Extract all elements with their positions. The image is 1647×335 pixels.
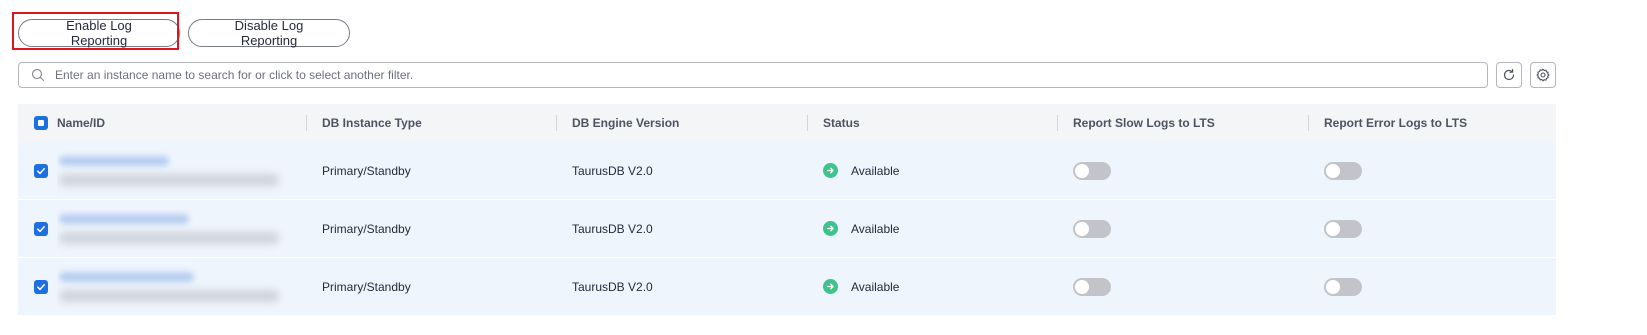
cell-slow-logs xyxy=(1057,200,1308,257)
column-label-error-logs: Report Error Logs to LTS xyxy=(1324,116,1468,130)
enable-log-reporting-button[interactable]: Enable Log Reporting xyxy=(18,18,180,48)
cell-name xyxy=(18,258,306,315)
error-logs-toggle[interactable] xyxy=(1324,277,1362,296)
slow-logs-toggle[interactable] xyxy=(1073,161,1111,180)
column-label-type: DB Instance Type xyxy=(322,116,422,130)
column-label-status: Status xyxy=(823,116,860,130)
instance-name-blurred[interactable] xyxy=(57,145,285,196)
cell-version: TaurusDB V2.0 xyxy=(572,279,653,294)
cell-error-logs xyxy=(1308,142,1556,199)
arrow-right-circle-icon xyxy=(823,221,838,236)
search-input[interactable] xyxy=(53,67,1487,83)
status-text: Available xyxy=(851,279,900,294)
column-header-name: Name/ID xyxy=(18,104,306,142)
row-checkbox[interactable] xyxy=(34,221,48,236)
cell-name xyxy=(18,200,306,257)
settings-button[interactable] xyxy=(1530,62,1556,88)
slow-logs-toggle[interactable] xyxy=(1073,219,1111,238)
toolbar: Enable Log Reporting Disable Log Reporti… xyxy=(18,18,350,49)
column-label-name: Name/ID xyxy=(57,116,106,130)
cell-status: Available xyxy=(807,258,1057,315)
search-bar[interactable] xyxy=(18,62,1488,88)
gear-icon xyxy=(1536,68,1550,82)
instance-table: Name/ID DB Instance Type DB Engine Versi… xyxy=(18,104,1556,316)
row-checkbox[interactable] xyxy=(34,279,48,294)
arrow-right-circle-icon xyxy=(823,279,838,294)
table-header: Name/ID DB Instance Type DB Engine Versi… xyxy=(18,104,1556,142)
instance-name-blurred[interactable] xyxy=(57,261,285,312)
cell-slow-logs xyxy=(1057,142,1308,199)
column-header-type: DB Instance Type xyxy=(306,104,556,142)
cell-version: TaurusDB V2.0 xyxy=(572,221,653,236)
cell-type: Primary/Standby xyxy=(322,279,411,294)
status-text: Available xyxy=(851,163,900,178)
cell-status: Available xyxy=(807,142,1057,199)
disable-log-reporting-button[interactable]: Disable Log Reporting xyxy=(188,18,350,48)
column-header-status: Status xyxy=(807,104,1057,142)
cell-version: TaurusDB V2.0 xyxy=(572,163,653,178)
slow-logs-toggle[interactable] xyxy=(1073,277,1111,296)
search-icon xyxy=(31,68,45,82)
cell-error-logs xyxy=(1308,200,1556,257)
status-text: Available xyxy=(851,221,900,236)
column-header-version: DB Engine Version xyxy=(556,104,807,142)
select-all-checkbox[interactable] xyxy=(34,116,48,130)
table-row[interactable]: Primary/Standby TaurusDB V2.0 Available xyxy=(18,142,1556,200)
column-label-slow-logs: Report Slow Logs to LTS xyxy=(1073,116,1215,130)
row-checkbox[interactable] xyxy=(34,163,48,178)
refresh-icon xyxy=(1502,68,1516,82)
cell-name xyxy=(18,142,306,199)
instance-name-blurred[interactable] xyxy=(57,203,285,254)
arrow-right-circle-icon xyxy=(823,163,838,178)
refresh-button[interactable] xyxy=(1496,62,1522,88)
error-logs-toggle[interactable] xyxy=(1324,219,1362,238)
table-row[interactable]: Primary/Standby TaurusDB V2.0 Available xyxy=(18,200,1556,258)
cell-error-logs xyxy=(1308,258,1556,315)
column-label-version: DB Engine Version xyxy=(572,116,680,130)
column-header-slow-logs: Report Slow Logs to LTS xyxy=(1057,104,1308,142)
cell-slow-logs xyxy=(1057,258,1308,315)
error-logs-toggle[interactable] xyxy=(1324,161,1362,180)
cell-type: Primary/Standby xyxy=(322,221,411,236)
cell-type: Primary/Standby xyxy=(322,163,411,178)
table-row[interactable]: Primary/Standby TaurusDB V2.0 Available xyxy=(18,258,1556,316)
cell-status: Available xyxy=(807,200,1057,257)
column-header-error-logs: Report Error Logs to LTS xyxy=(1308,104,1556,142)
